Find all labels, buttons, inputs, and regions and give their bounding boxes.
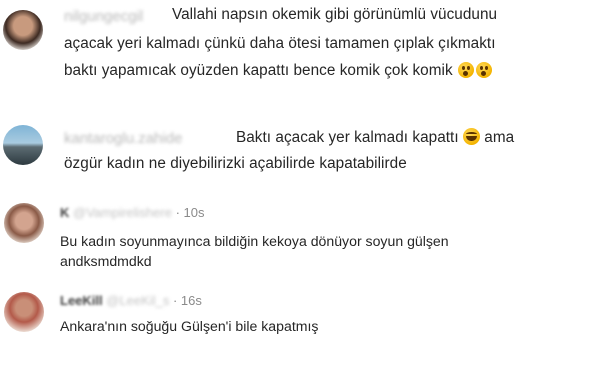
display-name[interactable]: LeeKill: [60, 293, 103, 308]
comment-text: baktı yapamıcak oyüzden kapattı bence ko…: [64, 62, 492, 80]
comment-text: Baktı açacak yer kalmadı kapattı ama: [236, 128, 515, 146]
comment-item: nilgungecgil Vallahi napsın okemik gibi …: [0, 0, 596, 110]
avatar[interactable]: [3, 10, 43, 50]
laughing-tears-face-icon: [462, 128, 480, 145]
comment-text: Ankara'nın soğuğu Gülşen'i bile kapatmış: [60, 318, 319, 334]
comment-text: açacak yeri kalmadı çünkü daha ötesi tam…: [64, 35, 496, 52]
avatar[interactable]: [3, 125, 43, 165]
post-header: LeeKill @LeeKil_s · 16s: [60, 293, 202, 308]
comment-text: Bu kadın soyunmayınca bildiğin kekoya dö…: [60, 233, 449, 249]
timestamp: · 16s: [172, 293, 202, 308]
avatar[interactable]: [4, 292, 44, 332]
post-header: K @Vampirelishere · 10s: [60, 205, 204, 220]
timestamp: · 10s: [175, 205, 205, 220]
comment-text: Vallahi napsın okemik gibi görünümlü vüc…: [172, 6, 498, 23]
avatar[interactable]: [4, 203, 44, 243]
display-name[interactable]: K: [60, 205, 69, 220]
astonished-face-icon: [475, 62, 492, 78]
astonished-face-icon: [457, 62, 474, 78]
comment-item: K @Vampirelishere · 10s Bu kadın soyunma…: [0, 195, 596, 275]
comment-text: özgür kadın ne diyebilirizki açabilirde …: [64, 155, 407, 172]
comment-item: kantaroglu.zahide Baktı açacak yer kalma…: [0, 110, 596, 190]
comment-item: LeeKill @LeeKil_s · 16s Ankara'nın soğuğ…: [0, 285, 596, 365]
username[interactable]: kantaroglu.zahide: [64, 130, 182, 147]
user-handle[interactable]: @LeeKil_s: [106, 293, 169, 308]
comment-text: andksmdmdkd: [60, 253, 152, 269]
user-handle[interactable]: @Vampirelishere: [73, 205, 172, 220]
username[interactable]: nilgungecgil: [64, 8, 143, 25]
